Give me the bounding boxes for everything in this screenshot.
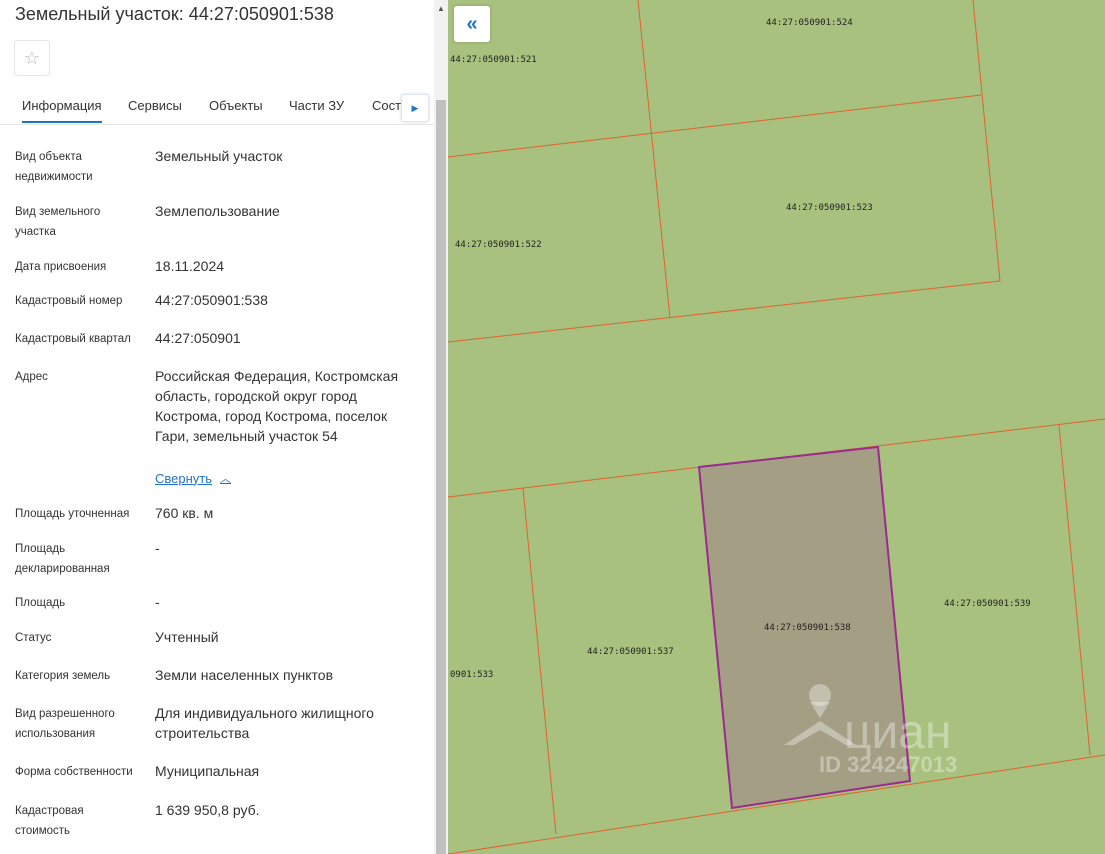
tab-services[interactable]: Сервисы xyxy=(128,98,182,113)
ownership-label: Форма собственности xyxy=(15,766,133,778)
tabs-bar: Информация Сервисы Объекты Части ЗУ Сост… xyxy=(0,88,434,125)
chevron-up-icon: ︿ xyxy=(220,473,232,485)
address-value: Российская Федерация, Костромская област… xyxy=(155,368,399,444)
area-declared-label: Площадь декларированная xyxy=(15,543,110,575)
cadastral-map[interactable]: циан ID 324247013 44:27:050901:521 44:27… xyxy=(448,0,1105,854)
chevron-right-icon: ▶ xyxy=(411,102,419,113)
collapse-label: Свернуть xyxy=(155,470,213,486)
status-value: Учтенный xyxy=(155,629,219,645)
collapse-address-link[interactable]: Свернуть ︿ xyxy=(155,470,231,486)
cadastral-number-label: Кадастровый номер xyxy=(15,295,123,307)
permitted-use-value: Для индивидуального жилищного строительс… xyxy=(155,705,374,741)
area-value: - xyxy=(155,594,160,610)
parcel-label-539: 44:27:050901:539 xyxy=(944,599,1031,609)
collapse-panel-button[interactable]: « xyxy=(454,6,490,42)
parcel-label-523: 44:27:050901:523 xyxy=(786,203,873,213)
cadastral-quarter-label: Кадастровый квартал xyxy=(15,333,131,345)
object-type-label: Вид объекта недвижимости xyxy=(15,151,93,183)
panel-scrollbar[interactable]: ▲ xyxy=(434,0,448,854)
tab-parts[interactable]: Части ЗУ xyxy=(289,98,344,113)
double-chevron-left-icon: « xyxy=(466,12,478,35)
parcel-label-521: 44:27:050901:521 xyxy=(450,55,537,65)
object-type-value: Земельный участок xyxy=(155,148,283,164)
area-label: Площадь xyxy=(15,597,66,609)
cadastral-value-label: Кадастровая стоимость xyxy=(15,805,84,837)
area-declared-value: - xyxy=(155,540,160,556)
favorite-button[interactable]: ☆ xyxy=(14,40,50,76)
scroll-up-arrow-icon[interactable]: ▲ xyxy=(434,0,448,16)
tab-objects[interactable]: Объекты xyxy=(209,98,263,113)
land-type-label: Вид земельного участка xyxy=(15,206,101,238)
watermark-id: ID 324247013 xyxy=(819,752,957,777)
cadastral-value-value: 1 639 950,8 руб. xyxy=(155,802,260,818)
assign-date-value: 18.11.2024 xyxy=(155,258,225,274)
parcel-label-537: 44:27:050901:537 xyxy=(587,647,674,657)
area-specified-value: 760 кв. м xyxy=(155,505,214,521)
address-label: Адрес xyxy=(15,371,48,383)
area-specified-label: Площадь уточненная xyxy=(15,508,130,520)
parcel-label-538: 44:27:050901:538 xyxy=(764,623,851,633)
permitted-use-label: Вид разрешенного использования xyxy=(15,708,115,740)
parcel-label-524: 44:27:050901:524 xyxy=(766,18,853,28)
map-canvas: циан ID 324247013 44:27:050901:521 44:27… xyxy=(448,0,1105,854)
tab-information[interactable]: Информация xyxy=(22,98,102,123)
cadastral-quarter-value: 44:27:050901 xyxy=(155,330,241,346)
info-panel: Земельный участок: 44:27:050901:538 ☆ Ин… xyxy=(0,0,434,854)
star-icon: ☆ xyxy=(23,47,41,68)
parcel-label-533: 0901:533 xyxy=(450,670,493,680)
ownership-value: Муниципальная xyxy=(155,763,260,779)
assign-date-label: Дата присвоения xyxy=(15,261,107,273)
land-type-value: Землепользование xyxy=(155,203,280,219)
tabs-next-button[interactable]: ▶ xyxy=(401,94,429,122)
parcel-label-522: 44:27:050901:522 xyxy=(455,240,542,250)
land-category-label: Категория земель xyxy=(15,670,111,682)
status-label: Статус xyxy=(15,632,52,644)
cadastral-number-value: 44:27:050901:538 xyxy=(155,292,268,308)
scroll-thumb[interactable] xyxy=(436,100,446,854)
page-title: Земельный участок: 44:27:050901:538 xyxy=(15,4,334,24)
land-category-value: Земли населенных пунктов xyxy=(155,667,334,683)
